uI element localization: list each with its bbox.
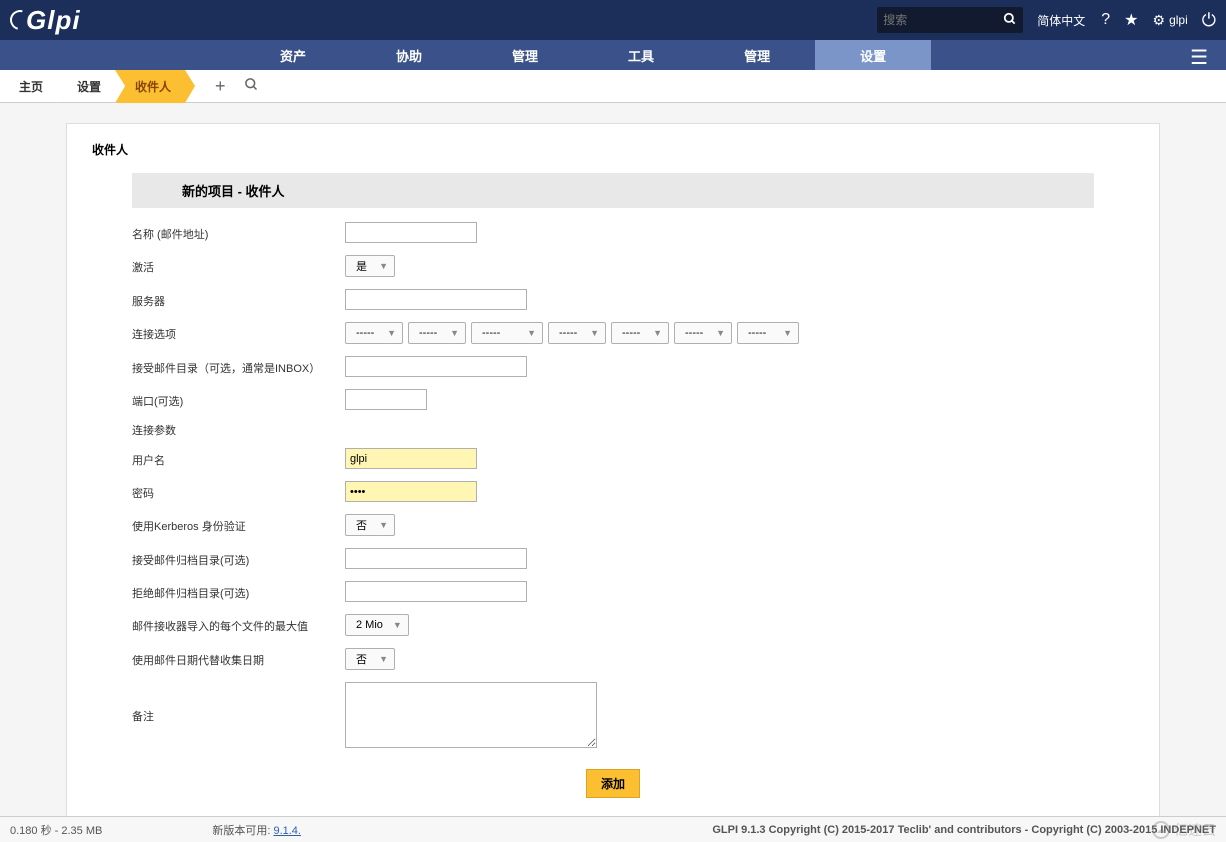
archive-accept-label: 接受邮件归档目录(可选) — [132, 550, 345, 568]
chevron-down-icon: ▼ — [387, 328, 396, 338]
section-header: 新的项目 - 收件人 — [132, 173, 1094, 208]
logout-icon[interactable]: ⏻ — [1202, 10, 1216, 31]
params-label: 连接参数 — [132, 422, 1094, 438]
footer-newver: 新版本可用: 9.1.4. — [212, 822, 301, 838]
chevron-down-icon: ▼ — [590, 328, 599, 338]
gear-icon: ⚙ — [1153, 12, 1166, 29]
main-nav: 资产 协助 管理 工具 管理 设置 ☰ — [0, 40, 1226, 70]
star-icon[interactable]: ★ — [1124, 10, 1138, 30]
server-input[interactable] — [345, 289, 527, 310]
archive-reject-input[interactable] — [345, 581, 527, 602]
chevron-down-icon: ▼ — [379, 261, 388, 271]
footer-copyright: GLPI 9.1.3 Copyright (C) 2015-2017 Tecli… — [712, 824, 1216, 836]
archive-reject-label: 拒绝邮件归档目录(可选) — [132, 583, 345, 601]
nav-tools[interactable]: 工具 — [583, 40, 699, 70]
port-input[interactable] — [345, 389, 427, 410]
chevron-down-icon: ▼ — [527, 328, 536, 338]
language-link[interactable]: 简体中文 — [1037, 12, 1085, 29]
hamburger-icon[interactable]: ☰ — [1190, 45, 1208, 70]
form-card: 收件人 新的项目 - 收件人 名称 (邮件地址) 激活 是▼ 服务器 — [66, 123, 1160, 829]
top-bar: Glpi 简体中文 ? ★ ⚙ glpi ⏻ — [0, 0, 1226, 40]
conn-opt-4[interactable]: -----▼ — [548, 322, 606, 344]
inbox-input[interactable] — [345, 356, 527, 377]
nav-assist[interactable]: 协助 — [351, 40, 467, 70]
kerberos-select[interactable]: 否▼ — [345, 514, 395, 536]
user-label: 用户名 — [132, 450, 345, 468]
chevron-down-icon: ▼ — [716, 328, 725, 338]
inbox-label: 接受邮件目录（可选，通常是INBOX） — [132, 358, 345, 376]
search-page-icon[interactable] — [244, 76, 259, 97]
port-label: 端口(可选) — [132, 391, 345, 409]
breadcrumb-home[interactable]: 主页 — [5, 70, 57, 103]
breadcrumb: 主页 设置 收件人 + — [0, 70, 1226, 103]
maxsize-select[interactable]: 2 Mio▼ — [345, 614, 409, 636]
nav-admin[interactable]: 管理 — [699, 40, 815, 70]
footer-perf: 0.180 秒 - 2.35 MB — [10, 822, 102, 838]
chevron-down-icon: ▼ — [450, 328, 459, 338]
chevron-down-icon: ▼ — [379, 520, 388, 530]
footer: 0.180 秒 - 2.35 MB 新版本可用: 9.1.4. GLPI 9.1… — [0, 816, 1226, 842]
chevron-down-icon: ▼ — [393, 620, 402, 630]
name-label: 名称 (邮件地址) — [132, 224, 345, 242]
chevron-down-icon: ▼ — [379, 654, 388, 664]
conn-opt-2[interactable]: -----▼ — [408, 322, 466, 344]
conn-opt-3[interactable]: -----▼ — [471, 322, 543, 344]
remark-label: 备注 — [132, 682, 345, 724]
maxsize-label: 邮件接收器导入的每个文件的最大值 — [132, 616, 345, 634]
search-input[interactable] — [883, 13, 1003, 27]
pass-label: 密码 — [132, 483, 345, 501]
chevron-down-icon: ▼ — [783, 328, 792, 338]
conn-opt-6[interactable]: -----▼ — [674, 322, 732, 344]
conn-opt-5[interactable]: -----▼ — [611, 322, 669, 344]
conn-opt-label: 连接选项 — [132, 324, 345, 342]
username-input[interactable] — [345, 448, 477, 469]
maildate-label: 使用邮件日期代替收集日期 — [132, 650, 345, 668]
user-name: glpi — [1169, 13, 1188, 27]
archive-accept-input[interactable] — [345, 548, 527, 569]
help-icon[interactable]: ? — [1101, 11, 1110, 29]
watermark: ☁ 亿速云 — [1152, 820, 1216, 840]
search-box — [877, 7, 1023, 33]
maildate-select[interactable]: 否▼ — [345, 648, 395, 670]
name-input[interactable] — [345, 222, 477, 243]
activate-label: 激活 — [132, 257, 345, 275]
add-button[interactable]: 添加 — [586, 769, 640, 798]
main-content: 收件人 新的项目 - 收件人 名称 (邮件地址) 激活 是▼ 服务器 — [0, 103, 1226, 829]
user-menu[interactable]: ⚙ glpi — [1153, 12, 1188, 29]
nav-manage[interactable]: 管理 — [467, 40, 583, 70]
add-icon[interactable]: + — [215, 76, 226, 97]
remark-textarea[interactable] — [345, 682, 597, 748]
nav-settings[interactable]: 设置 — [815, 40, 931, 70]
logo-swoosh-icon — [6, 6, 33, 33]
breadcrumb-current[interactable]: 收件人 — [115, 70, 185, 103]
newver-link[interactable]: 9.1.4. — [273, 825, 301, 837]
activate-select[interactable]: 是▼ — [345, 255, 395, 277]
server-label: 服务器 — [132, 291, 345, 309]
nav-assets[interactable]: 资产 — [235, 40, 351, 70]
page-title: 收件人 — [92, 141, 1144, 158]
logo[interactable]: Glpi — [10, 5, 81, 36]
search-icon[interactable] — [1003, 12, 1017, 29]
kerberos-label: 使用Kerberos 身份验证 — [132, 516, 345, 534]
password-input[interactable] — [345, 481, 477, 502]
conn-opt-7[interactable]: -----▼ — [737, 322, 799, 344]
chevron-down-icon: ▼ — [653, 328, 662, 338]
cloud-icon: ☁ — [1152, 821, 1170, 839]
conn-opt-1[interactable]: -----▼ — [345, 322, 403, 344]
